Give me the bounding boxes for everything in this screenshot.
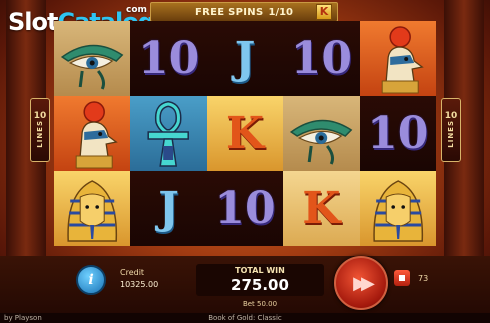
symbol-glyph: J xyxy=(158,183,179,234)
pharaoh-mask-icon xyxy=(67,180,118,242)
info-button[interactable]: i xyxy=(76,265,106,295)
reel-symbol-ten: 10 xyxy=(359,96,436,171)
expanding-symbol-icon: K xyxy=(316,4,332,20)
lines-indicator-left: 10 LINES xyxy=(30,98,50,162)
credit-value: 10325.00 xyxy=(120,280,159,289)
reel-symbol-jack: J xyxy=(130,171,207,246)
reel-grid: 10 J 10 K 10 J 10 K xyxy=(54,21,436,246)
eye-of-horus-icon xyxy=(290,119,353,165)
bet-amount[interactable]: Bet 50.00 xyxy=(196,300,324,308)
reel-symbol-ankh xyxy=(130,96,207,171)
logo-slot: Slot xyxy=(8,8,58,36)
symbol-glyph: 10 xyxy=(214,183,276,234)
autoplay-stop-button[interactable] xyxy=(394,270,410,286)
credit-label: Credit xyxy=(120,268,145,277)
reel-symbol-ten: 10 xyxy=(130,21,207,96)
total-win-label: TOTAL WIN xyxy=(235,266,285,275)
lines-indicator-right: 10 LINES xyxy=(441,98,461,162)
ankh-icon xyxy=(147,100,190,167)
free-spins-count: 1/10 xyxy=(268,6,294,18)
free-spins-banner: FREE SPINS 1/10 xyxy=(150,2,338,22)
reel-symbol-pharaoh xyxy=(359,171,436,246)
reel-symbol-king: K xyxy=(206,96,284,171)
symbol-glyph: K xyxy=(225,108,265,159)
symbol-glyph: 10 xyxy=(137,33,200,84)
reel-symbol-jack: J xyxy=(206,21,284,96)
autoplay-count: 73 xyxy=(418,274,429,283)
game-title: Book of Gold: Classic xyxy=(208,314,282,322)
lines-label: LINES xyxy=(447,120,455,148)
logo-com: com xyxy=(126,5,147,15)
reel-symbol-eye-of-horus xyxy=(54,21,131,96)
total-win-value: 275.00 xyxy=(231,276,289,294)
symbol-glyph: 10 xyxy=(367,108,429,159)
symbol-glyph: J xyxy=(234,33,256,84)
symbol-glyph: K xyxy=(302,183,341,234)
game-stage: 10 LINES 10 LINES SlotCatalog com FREE S… xyxy=(0,0,490,323)
reel-symbol-horus xyxy=(54,96,131,171)
fast-forward-icon: ▶▶ xyxy=(353,272,375,294)
reel-symbol-pharaoh xyxy=(54,171,131,246)
reel-symbol-eye-of-horus xyxy=(283,96,360,171)
spin-button[interactable]: ▶▶ xyxy=(334,256,388,310)
lines-count: 10 xyxy=(444,111,458,122)
reel-symbol-horus xyxy=(359,21,436,96)
reel-symbol-ten: 10 xyxy=(206,171,284,246)
reel-symbol-king: K xyxy=(283,171,360,246)
reel-symbol-ten: 10 xyxy=(283,21,360,96)
eye-of-horus-icon xyxy=(60,44,124,90)
free-spins-label: FREE SPINS xyxy=(194,6,264,18)
pharaoh-mask-icon xyxy=(372,180,423,242)
lines-count: 10 xyxy=(33,111,47,122)
symbol-glyph: 10 xyxy=(290,33,352,84)
horus-falcon-icon xyxy=(75,101,118,169)
lines-label: LINES xyxy=(36,120,44,148)
stop-icon xyxy=(399,275,405,281)
horus-falcon-icon xyxy=(381,26,424,94)
